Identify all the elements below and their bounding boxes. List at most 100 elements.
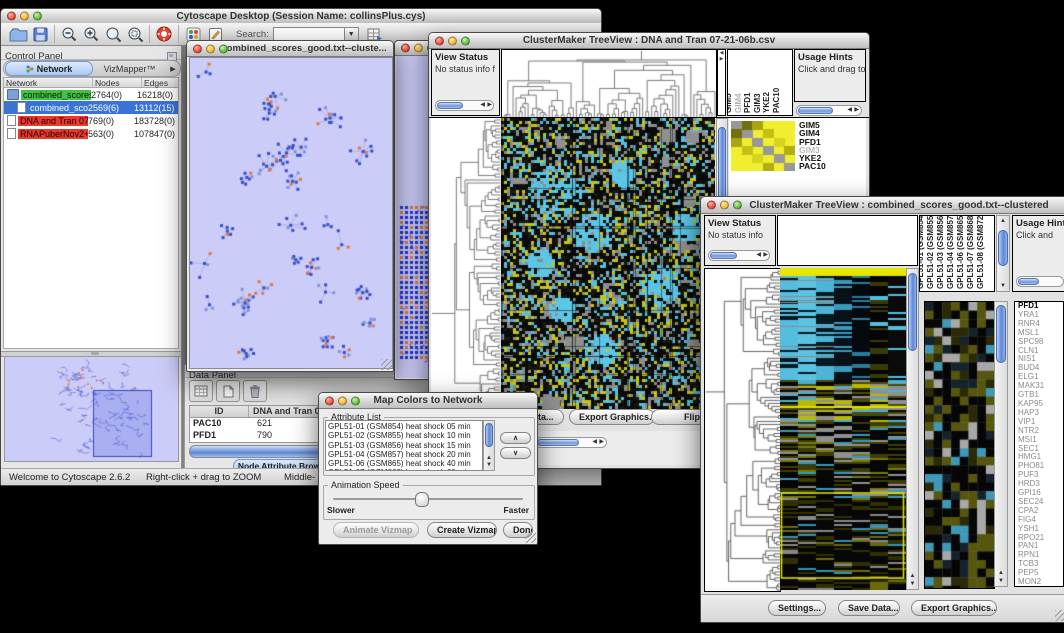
network-view-titlebar[interactable]: combined_scores_good.txt--cluste... <box>187 41 393 57</box>
column-label[interactable]: GPL51-07 (GSM868) <box>966 215 975 289</box>
minimize-icon[interactable] <box>414 44 423 53</box>
tv1-heatmap[interactable] <box>501 118 715 409</box>
minimize-icon[interactable] <box>720 201 729 210</box>
network-tree-row[interactable]: RNAPuberNov2+563(0)107847(0) <box>4 127 178 140</box>
window-controls[interactable] <box>7 12 42 21</box>
network-name: RNAPuberNov2+ <box>18 129 88 139</box>
zoom-selected-icon[interactable] <box>124 24 146 44</box>
column-label[interactable]: GPL51-06 (GSM865) <box>956 215 965 289</box>
network-tree-row[interactable]: combined_scores2764(0)16218(0) <box>4 88 178 101</box>
speed-slider-thumb[interactable] <box>415 492 429 507</box>
tv2-title: ClusterMaker TreeView : combined_scores_… <box>749 200 1048 211</box>
resize-grip[interactable] <box>525 532 536 543</box>
column-label[interactable]: PFD1 <box>743 93 752 113</box>
move-down-button[interactable]: ∨ <box>500 447 531 459</box>
close-icon[interactable] <box>435 36 444 45</box>
column-label[interactable]: GPL51-02 (GSM855) <box>926 215 935 289</box>
tv2-labels-vscrollbar[interactable]: ▲▼ <box>996 215 1010 292</box>
attribute-item[interactable]: GPL51-07 (GSM868) heat shock 60 min <box>328 468 482 471</box>
settings-button[interactable]: Settings... <box>768 600 826 616</box>
zoom-window-icon[interactable] <box>733 201 742 210</box>
column-label[interactable]: GPL51-01 (GSM854) <box>919 215 925 289</box>
tv1-titlebar[interactable]: ClusterMaker TreeView : DNA and Tran 07-… <box>429 33 869 49</box>
close-icon[interactable] <box>401 44 410 53</box>
tv2-zoom-heatmap[interactable] <box>924 301 995 589</box>
network-tree-row[interactable]: DNA and Tran 07769(0)183728(0) <box>4 114 178 127</box>
tv2-status-hscrollbar[interactable]: ◀▶ <box>708 250 770 261</box>
close-icon[interactable] <box>707 201 716 210</box>
export-graphics-button[interactable]: Export Graphics... <box>569 409 655 425</box>
tab-network[interactable]: Network <box>5 61 93 76</box>
tv1-zoom-heatmap[interactable] <box>731 121 795 171</box>
column-label[interactable]: GIM5 <box>727 93 733 113</box>
column-label[interactable]: GPL51-04 (GSM857) <box>946 215 955 289</box>
zoom-out-icon[interactable] <box>58 24 80 44</box>
tv2-heatmap-vscrollbar[interactable]: ▲▼ <box>906 268 919 590</box>
column-label[interactable]: PAC10 <box>772 88 781 113</box>
column-label[interactable]: GPL51-03 (GSM856) <box>936 215 945 289</box>
column-label[interactable]: GIM4 <box>734 93 743 113</box>
tv1-row-dendrogram[interactable] <box>431 118 500 409</box>
tv2-titlebar[interactable]: ClusterMaker TreeView : combined_scores_… <box>701 197 1064 214</box>
minimize-icon[interactable] <box>206 44 215 53</box>
close-icon[interactable] <box>7 12 16 21</box>
minimize-icon[interactable] <box>20 12 29 21</box>
help-lifering-icon[interactable] <box>153 24 175 44</box>
edges-count: 107847(0) <box>134 129 175 139</box>
main-titlebar[interactable]: Cytoscape Desktop (Session Name: collins… <box>1 9 601 24</box>
export-graphics-button[interactable]: Export Graphics... <box>911 600 997 616</box>
attribute-table-icon[interactable] <box>189 380 213 402</box>
zoom-window-icon[interactable] <box>219 44 228 53</box>
network-canvas[interactable] <box>189 57 393 369</box>
attribute-item[interactable]: GPL51-01 (GSM854) heat shock 05 min <box>328 422 482 431</box>
gene-label[interactable]: MON2 <box>1018 578 1063 587</box>
treeview-window-combined: ClusterMaker TreeView : combined_scores_… <box>700 196 1064 623</box>
save-data-button[interactable]: Save Data... <box>838 600 900 616</box>
tab-vizmapper[interactable]: VizMapper™ <box>93 64 166 74</box>
network-overview-canvas[interactable] <box>4 356 179 462</box>
tv2-hints-hscrollbar[interactable] <box>1016 276 1064 287</box>
zoom-window-icon[interactable] <box>351 396 360 405</box>
attribute-item[interactable]: GPL51-04 (GSM857) heat shock 20 min <box>328 450 482 459</box>
attribute-item[interactable]: GPL51-03 (GSM856) heat shock 15 min <box>328 441 482 450</box>
minimize-icon[interactable] <box>338 396 347 405</box>
tv1-bottom-hscrollbar[interactable]: ◀▶ <box>535 437 607 448</box>
zoom-window-icon[interactable] <box>33 12 42 21</box>
network2-titlebar[interactable] <box>395 41 432 56</box>
delete-attribute-trash-icon[interactable] <box>243 380 267 402</box>
close-icon[interactable] <box>193 44 202 53</box>
attribute-listbox[interactable]: GPL51-01 (GSM854) heat shock 05 minGPL51… <box>325 420 483 471</box>
minimize-icon[interactable] <box>448 36 457 45</box>
tv2-row-dendrogram[interactable] <box>704 268 781 592</box>
new-attribute-icon[interactable] <box>216 380 240 402</box>
resize-grip[interactable] <box>1055 610 1064 621</box>
tv1-hints-hscrollbar[interactable]: ◀▶ <box>796 105 862 116</box>
column-label[interactable]: GIM3 <box>753 93 762 113</box>
network-tree-row[interactable]: combined_sco2569(6)13112(15) <box>4 101 178 114</box>
network-canvas-dense[interactable] <box>396 56 431 378</box>
open-folder-icon[interactable] <box>7 24 29 44</box>
create-vizmap-button[interactable]: Create Vizmap <box>427 522 497 538</box>
save-icon[interactable] <box>29 24 51 44</box>
main-window-title: Cytoscape Desktop (Session Name: collins… <box>177 11 426 22</box>
zoom-fit-icon[interactable] <box>102 24 124 44</box>
attribute-list-vscrollbar[interactable]: ▲▼ <box>483 420 495 471</box>
row-label[interactable]: PAC10 <box>799 162 826 170</box>
animate-vizmap-button[interactable]: Animate Vizmap <box>333 522 419 538</box>
dialog-titlebar[interactable]: Map Colors to Network <box>319 393 537 409</box>
move-up-button[interactable]: ∧ <box>500 432 531 444</box>
close-icon[interactable] <box>325 396 334 405</box>
attribute-item[interactable]: GPL51-06 (GSM865) heat shock 40 min <box>328 459 482 468</box>
tv2-heatmap[interactable] <box>780 268 906 590</box>
tv1-column-dendrogram[interactable] <box>501 49 717 118</box>
tv2-zoom-vscrollbar[interactable]: ▲▼ <box>994 301 1008 587</box>
tv1-row-labels: GIM5GIM4PFD1GIM3YKE2PAC10 <box>799 121 826 171</box>
column-label[interactable]: YKE2 <box>762 92 771 113</box>
zoom-in-icon[interactable] <box>80 24 102 44</box>
tv1-status-hscrollbar[interactable]: ◀▶ <box>435 100 494 111</box>
zoom-window-icon[interactable] <box>461 36 470 45</box>
resize-grip[interactable] <box>381 359 392 370</box>
tabs-expander-icon[interactable]: ▶ <box>166 65 180 73</box>
attribute-item[interactable]: GPL51-02 (GSM855) heat shock 10 min <box>328 431 482 440</box>
column-label[interactable]: GPL51-08 (GSM872) <box>976 215 985 289</box>
